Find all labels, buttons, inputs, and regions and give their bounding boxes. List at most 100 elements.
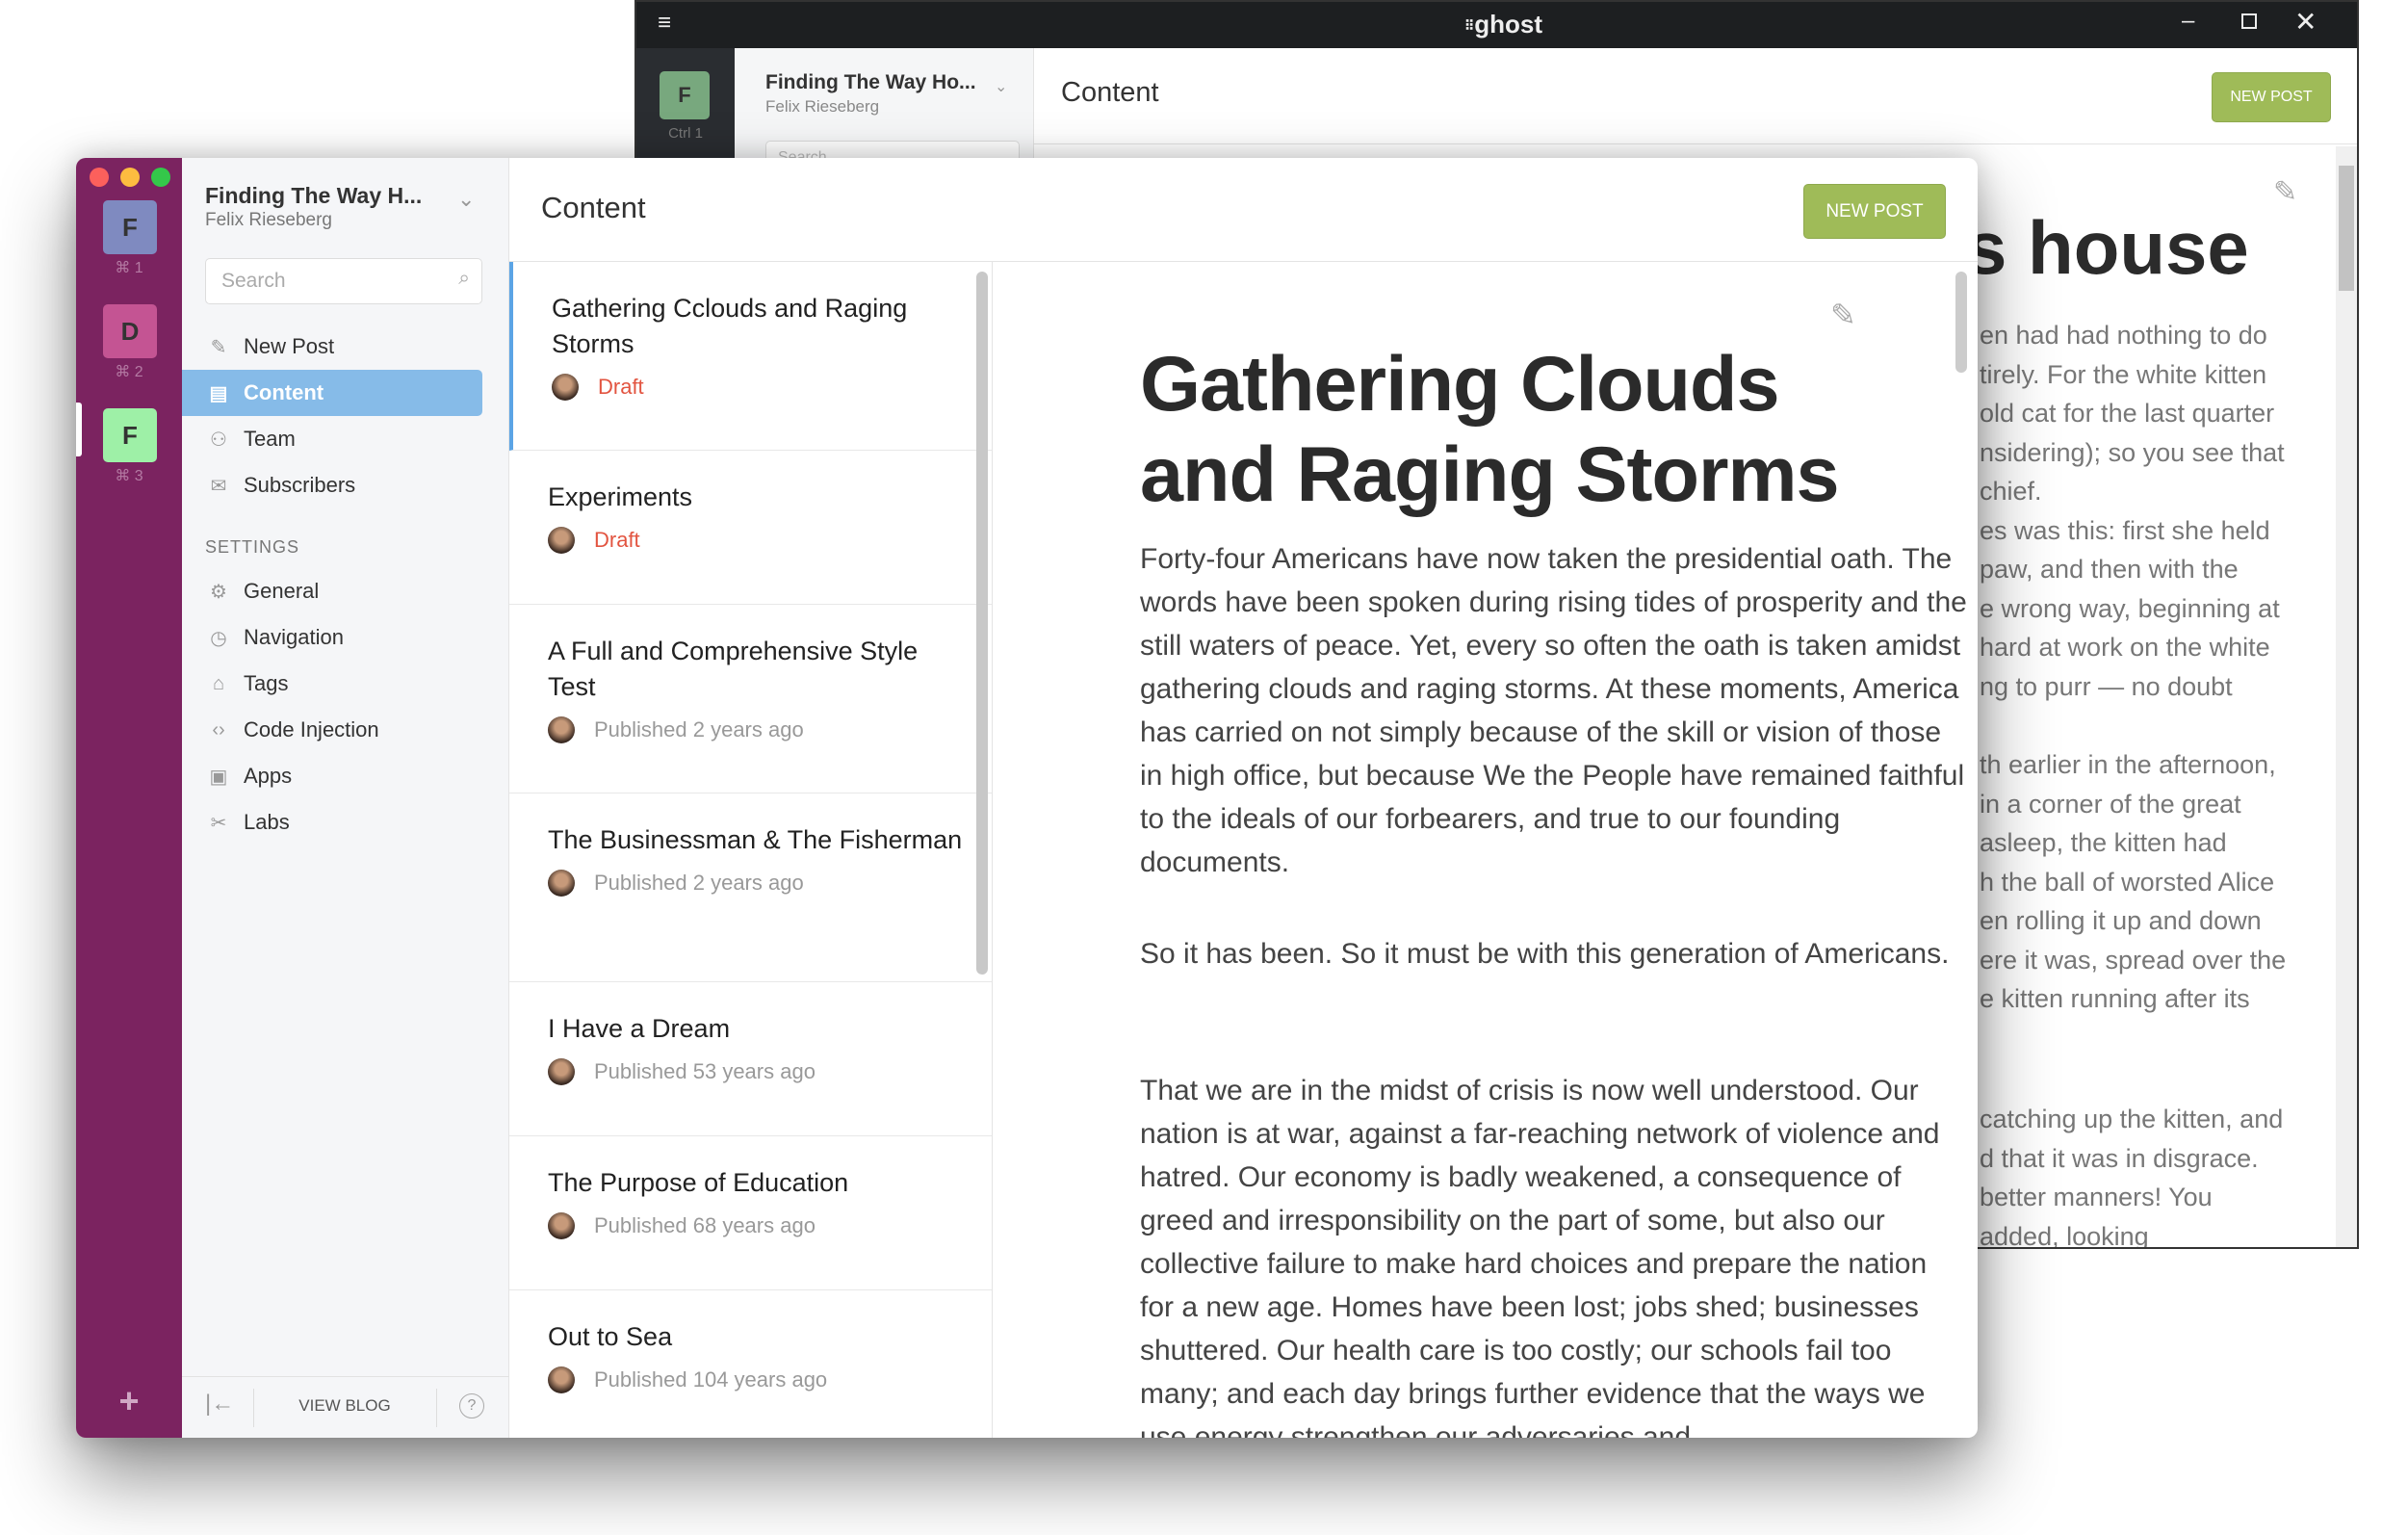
title-bar: ≡ ⠿ghost – ✕ <box>636 2 2357 48</box>
scrollbar[interactable] <box>2336 146 2357 1247</box>
edit-icon[interactable]: ✎ <box>1830 297 1856 333</box>
post-title: I Have a Dream <box>548 1014 731 1043</box>
post-status: Published 104 years ago <box>594 1367 828 1392</box>
close-button[interactable]: ✕ <box>2294 6 2317 38</box>
post-status: Draft <box>598 375 644 399</box>
article-line: e kitten running after its <box>1980 984 2250 1013</box>
article-line: in a corner of the great <box>1980 789 2241 819</box>
article-title: s house <box>1965 205 2249 290</box>
post-title: Experiments <box>548 482 693 511</box>
blog-title[interactable]: Finding The Way Ho... <box>765 71 976 94</box>
workspace-button[interactable]: F <box>660 71 710 119</box>
box-icon: ▣ <box>209 766 228 788</box>
article-title: Gathering Clouds and Raging Storms <box>1140 341 1840 518</box>
post-status: Published 2 years ago <box>594 871 804 895</box>
author-avatar <box>548 1058 575 1085</box>
post-list-item[interactable]: Out to Sea Published 104 years ago <box>509 1290 992 1438</box>
hamburger-menu-icon[interactable]: ≡ <box>658 10 671 37</box>
article-line: es was this: first she held <box>1980 515 2270 545</box>
author-avatar <box>548 716 575 743</box>
post-status: Draft <box>594 528 640 552</box>
search-input[interactable]: Search ⌕ <box>205 258 482 304</box>
sidebar-item-label: New Post <box>244 334 335 358</box>
workspace-shortcut: Ctrl 1 <box>668 125 703 142</box>
sidebar-item-new-post[interactable]: ✎ New Post <box>182 324 482 370</box>
content-icon: ▤ <box>209 382 228 404</box>
post-list-item[interactable]: Gathering Cclouds and Raging Storms Draft <box>509 262 992 451</box>
post-list-item[interactable]: The Purpose of Education Published 68 yea… <box>509 1136 992 1290</box>
article-line: ng to purr — no doubt <box>1980 671 2233 701</box>
post-status: Published 68 years ago <box>594 1213 816 1237</box>
user-name: Felix Rieseberg <box>205 210 332 230</box>
minimize-window-button[interactable] <box>120 168 140 187</box>
sidebar-item-label: Navigation <box>244 625 344 649</box>
post-list-item[interactable]: Experiments Draft <box>509 451 992 605</box>
author-avatar <box>548 1366 575 1393</box>
article-paragraph: So it has been. So it must be with this … <box>1140 938 1950 970</box>
article-scrollbar[interactable] <box>1955 272 1967 373</box>
author-avatar <box>552 374 579 401</box>
page-title: Content <box>1061 77 1159 108</box>
article-line: d that it was in disgrace. <box>1980 1143 2259 1173</box>
sidebar-item-label: Content <box>244 380 324 404</box>
author-avatar <box>548 527 575 554</box>
edit-icon[interactable]: ✎ <box>2273 175 2297 209</box>
chevron-down-icon[interactable]: ⌄ <box>457 187 475 212</box>
article-line: hard at work on the white <box>1980 633 2270 662</box>
sidebar-item-apps[interactable]: ▣ Apps <box>182 753 482 799</box>
sidebar-item-content[interactable]: ▤ Content <box>182 370 482 416</box>
sidebar-item-label: General <box>244 579 320 603</box>
article-line: h the ball of worsted Alice <box>1980 867 2275 897</box>
sidebar-item-tags[interactable]: ⌂ Tags <box>182 661 482 707</box>
workspace-shortcut: ⌘ 3 <box>115 468 143 484</box>
tools-icon: ✂ <box>210 812 227 834</box>
new-post-button[interactable]: NEW POST <box>2212 72 2331 122</box>
sidebar-item-general[interactable]: ⚙ General <box>182 568 482 614</box>
article-line: ere it was, spread over the <box>1980 945 2287 975</box>
sidebar-item-labs[interactable]: ✂ Labs <box>182 799 482 846</box>
article-line: paw, and then with the <box>1980 555 2239 584</box>
post-list-item[interactable]: A Full and Comprehensive Style Test Publi… <box>509 605 992 794</box>
article-line: chief. <box>1980 477 2042 506</box>
view-blog-button[interactable]: VIEW BLOG <box>253 1396 436 1416</box>
article-line: catching up the kitten, and <box>1980 1105 2284 1133</box>
team-icon: ⚇ <box>210 429 227 451</box>
search-icon[interactable]: ⌕ <box>458 267 470 290</box>
minimize-button[interactable]: – <box>2182 8 2194 35</box>
sidebar-item-label: Subscribers <box>244 473 356 497</box>
author-avatar <box>548 870 575 897</box>
new-post-button[interactable]: NEW POST <box>1803 184 1946 239</box>
workspace-button[interactable]: F <box>103 200 157 254</box>
post-title: The Purpose of Education <box>548 1168 849 1197</box>
app-logo: ⠿ghost <box>1464 10 1543 39</box>
sidebar-footer: |← VIEW BLOG ? <box>182 1376 509 1438</box>
author-avatar <box>548 1212 575 1239</box>
blog-title[interactable]: Finding The Way H... <box>205 183 422 209</box>
sidebar-item-navigation[interactable]: ◷ Navigation <box>182 614 482 661</box>
zoom-window-button[interactable] <box>151 168 170 187</box>
post-list-item[interactable]: The Businessman & The Fisherman Published… <box>509 794 992 982</box>
article-preview: ✎ Gathering Clouds and Raging Storms For… <box>993 262 1978 1438</box>
settings-heading: SETTINGS <box>205 537 300 557</box>
article-line: better manners! You <box>1980 1183 2213 1211</box>
post-status: Published 2 years ago <box>594 717 804 741</box>
sidebar-item-team[interactable]: ⚇ Team <box>182 416 482 462</box>
gear-icon: ⚙ <box>210 581 227 603</box>
add-workspace-button[interactable]: + <box>76 1381 182 1421</box>
main-window: F ⌘ 1 D ⌘ 2 F ⌘ 3 + Finding The Way H... Feli… <box>76 158 1978 1438</box>
help-icon[interactable]: ? <box>459 1393 484 1418</box>
post-list-item[interactable]: I Have a Dream Published 53 years ago <box>509 982 992 1136</box>
sidebar-item-subscribers[interactable]: ✉ Subscribers <box>182 462 482 508</box>
post-title: A Full and Comprehensive Style Test <box>548 637 919 701</box>
close-window-button[interactable] <box>90 168 109 187</box>
chevron-down-icon[interactable]: ⌄ <box>995 77 1007 96</box>
article-line: added, looking <box>1980 1221 2149 1249</box>
workspace-button[interactable]: F <box>103 408 157 462</box>
post-list-scrollbar[interactable] <box>976 272 988 975</box>
post-title: Gathering Cclouds and Raging Storms <box>552 294 908 358</box>
collapse-sidebar-icon[interactable]: |← <box>205 1391 234 1418</box>
sidebar-item-code-injection[interactable]: ‹› Code Injection <box>182 707 482 753</box>
envelope-icon: ✉ <box>210 475 227 497</box>
workspace-button[interactable]: D <box>103 304 157 358</box>
maximize-button[interactable] <box>2241 13 2257 29</box>
